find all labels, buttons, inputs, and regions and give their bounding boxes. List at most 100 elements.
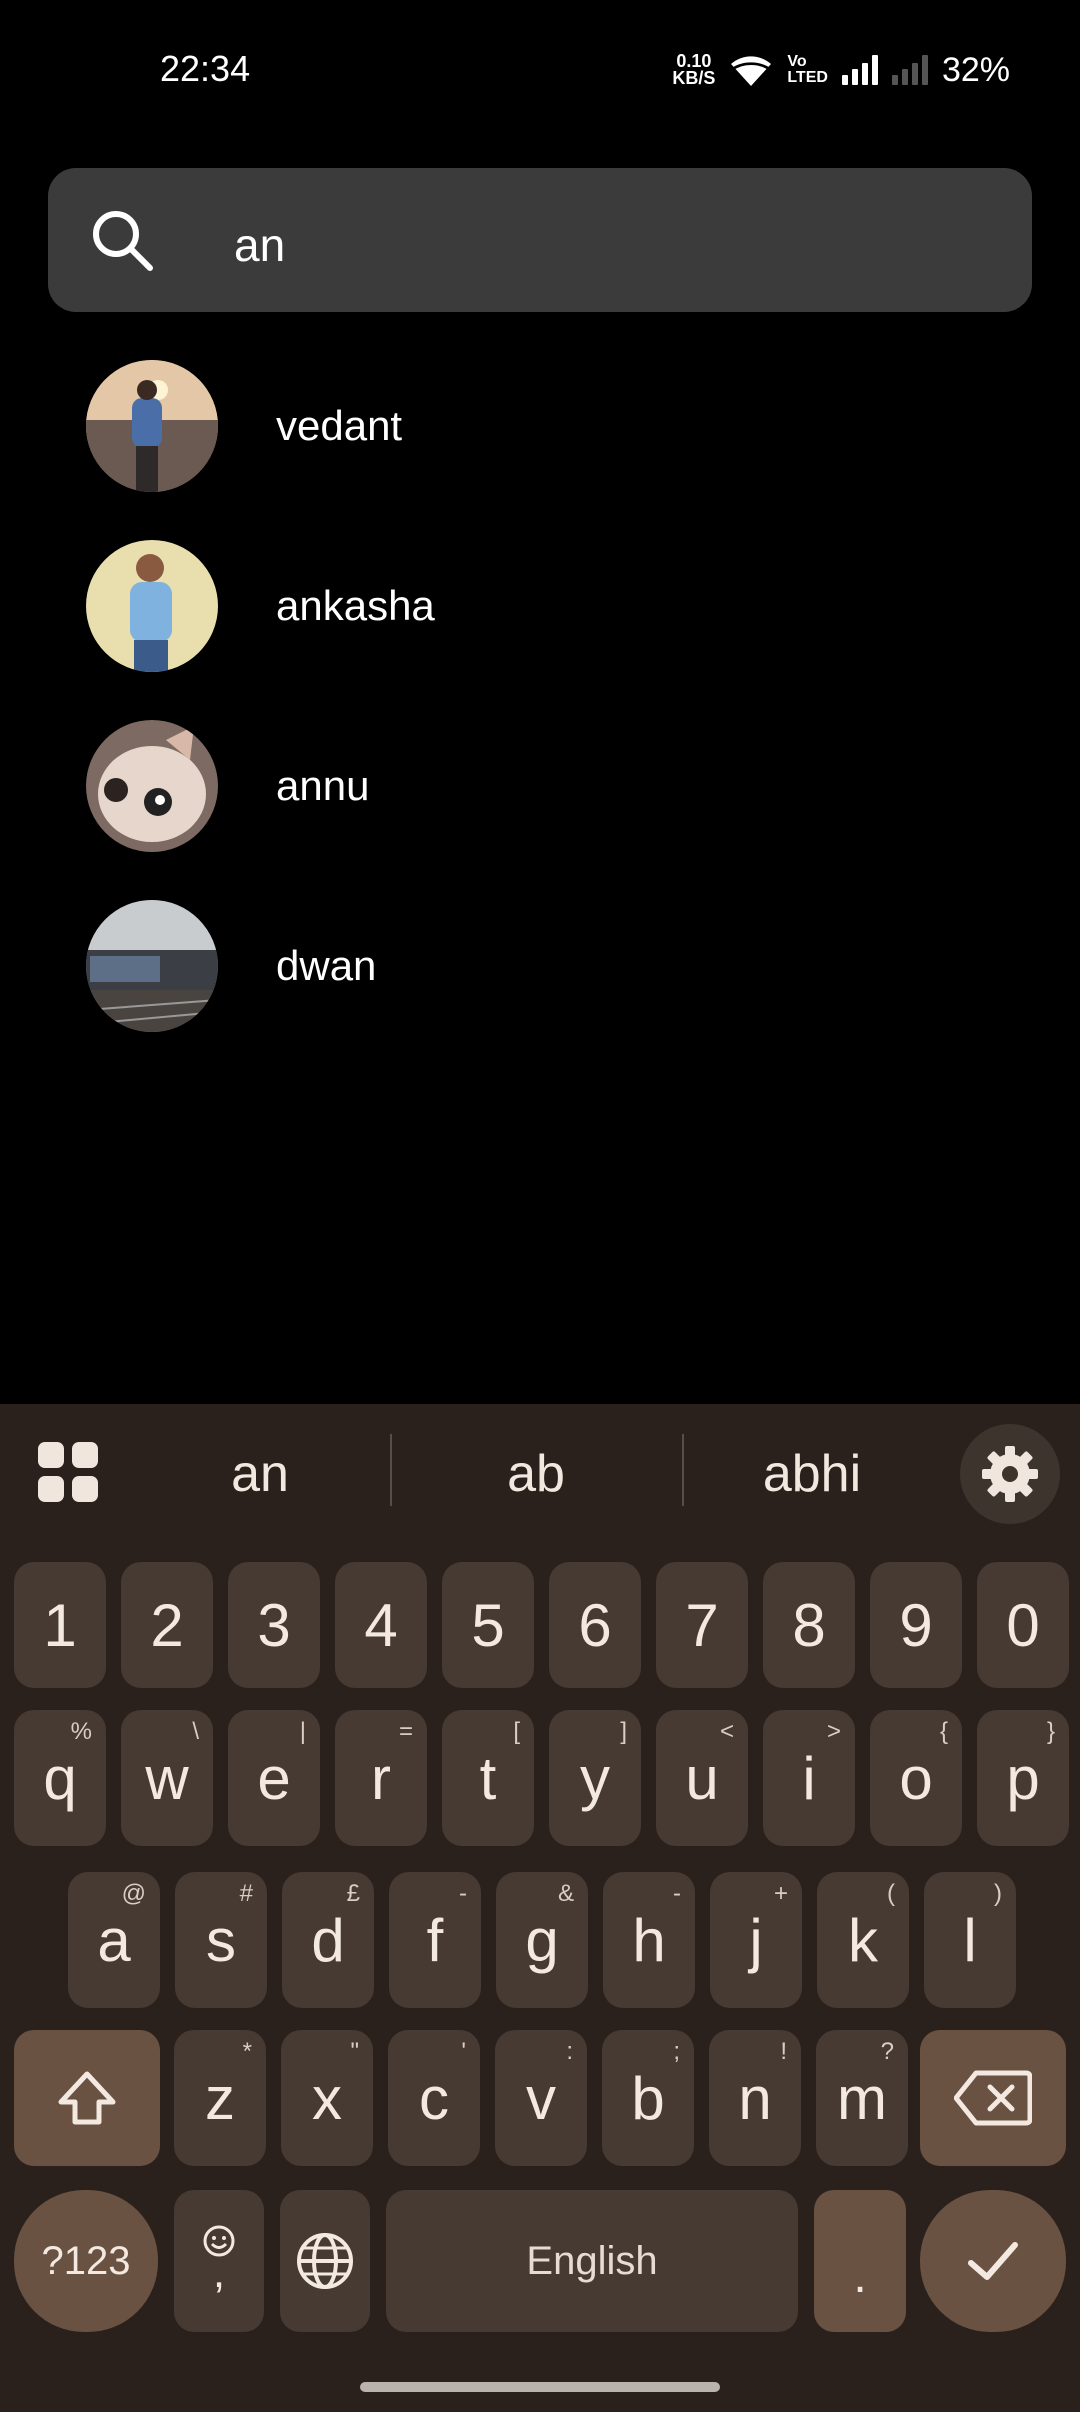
- key-v[interactable]: :v: [495, 2030, 587, 2166]
- suggestion-3[interactable]: abhi: [682, 1444, 942, 1504]
- key-label: f: [426, 1906, 444, 1974]
- key-2[interactable]: 2: [121, 1562, 213, 1688]
- key-c[interactable]: ' c: [388, 2030, 480, 2166]
- keyboard-settings-button[interactable]: [960, 1424, 1060, 1524]
- contact-name: annu: [276, 762, 370, 809]
- key-0[interactable]: 0: [977, 1562, 1069, 1688]
- key-label: 9: [899, 1591, 933, 1659]
- key-h[interactable]: -h: [603, 1872, 695, 2008]
- key-a[interactable]: @ a: [68, 1872, 160, 2008]
- key-label: y: [580, 1744, 610, 1812]
- key-e[interactable]: | e: [228, 1710, 320, 1846]
- contact-name: ankasha: [276, 582, 435, 629]
- shift-key[interactable]: [14, 2030, 160, 2166]
- key-5[interactable]: 5: [442, 1562, 534, 1688]
- key-hint: ': [461, 2038, 466, 2065]
- home-indicator[interactable]: [360, 2382, 720, 2392]
- period-key[interactable]: .: [814, 2190, 906, 2332]
- key-label: c: [419, 2064, 449, 2132]
- key-1[interactable]: 1: [14, 1562, 106, 1688]
- key-label: l: [963, 1906, 977, 1974]
- backspace-key[interactable]: [920, 2030, 1066, 2166]
- key-label: 3: [257, 1591, 291, 1659]
- key-label: m: [837, 2064, 887, 2132]
- key-r[interactable]: = r: [335, 1710, 427, 1846]
- key-hint: @: [121, 1880, 146, 1907]
- key-label: 8: [792, 1591, 826, 1659]
- key-hint: -: [459, 1880, 467, 1907]
- search-input[interactable]: an: [48, 168, 1032, 312]
- key-p[interactable]: } p: [977, 1710, 1069, 1846]
- key-o[interactable]: {o: [870, 1710, 962, 1846]
- key-hint: ): [994, 1880, 1002, 1907]
- keyboard: an ab abhi ?123 , English . 1 2 3 4 5 6 …: [0, 1404, 1080, 2412]
- done-key[interactable]: [920, 2190, 1066, 2332]
- apps-grid-icon[interactable]: [38, 1442, 100, 1504]
- key-x[interactable]: " x: [281, 2030, 373, 2166]
- key-label: g: [525, 1906, 559, 1974]
- key-7[interactable]: 7: [656, 1562, 748, 1688]
- language-key[interactable]: [280, 2190, 370, 2332]
- key-hint: :: [566, 2038, 573, 2065]
- contact-result[interactable]: vedant: [0, 346, 1080, 506]
- key-hint: >: [826, 1718, 841, 1745]
- key-hint: *: [242, 2038, 252, 2065]
- key-q[interactable]: % q: [14, 1710, 106, 1846]
- contact-result[interactable]: ankasha: [0, 526, 1080, 686]
- key-j[interactable]: + j: [710, 1872, 802, 2008]
- key-g[interactable]: & g: [496, 1872, 588, 2008]
- key-label: 5: [471, 1591, 505, 1659]
- key-l[interactable]: ) l: [924, 1872, 1016, 2008]
- key-label: 0: [1006, 1591, 1040, 1659]
- key-label: z: [205, 2064, 235, 2132]
- key-t[interactable]: [t: [442, 1710, 534, 1846]
- symbols-key-label: ?123: [41, 2238, 131, 2283]
- key-label: q: [43, 1744, 77, 1812]
- key-n[interactable]: ! n: [709, 2030, 801, 2166]
- key-m[interactable]: ? m: [816, 2030, 908, 2166]
- key-9[interactable]: 9: [870, 1562, 962, 1688]
- key-u[interactable]: < u: [656, 1710, 748, 1846]
- key-label: 4: [364, 1591, 398, 1659]
- key-hint: [: [513, 1718, 520, 1745]
- key-hint: !: [780, 2038, 787, 2065]
- key-k[interactable]: (k: [817, 1872, 909, 2008]
- key-hint: <: [719, 1718, 734, 1745]
- key-label: b: [631, 2064, 665, 2132]
- key-label: 2: [150, 1591, 184, 1659]
- key-8[interactable]: 8: [763, 1562, 855, 1688]
- key-label: p: [1006, 1744, 1040, 1812]
- key-label: k: [848, 1906, 878, 1974]
- key-b[interactable]: ; b: [602, 2030, 694, 2166]
- key-label: u: [685, 1744, 719, 1812]
- emoji-comma-key[interactable]: ,: [174, 2190, 264, 2332]
- contact-name: vedant: [276, 402, 403, 449]
- key-z[interactable]: * z: [174, 2030, 266, 2166]
- key-hint: =: [398, 1718, 413, 1745]
- key-3[interactable]: 3: [228, 1562, 320, 1688]
- suggestion-2[interactable]: ab: [406, 1444, 666, 1504]
- space-key[interactable]: English: [386, 2190, 798, 2332]
- avatar: [86, 540, 218, 672]
- contact-result[interactable]: dwan: [0, 886, 1080, 1046]
- key-hint: &: [557, 1880, 574, 1907]
- contact-name: dwan: [276, 942, 377, 989]
- key-4[interactable]: 4: [335, 1562, 427, 1688]
- key-label: t: [479, 1744, 497, 1812]
- space-key-label: English: [526, 2238, 658, 2283]
- key-label: x: [312, 2064, 342, 2132]
- contact-result[interactable]: annu: [0, 706, 1080, 866]
- key-s[interactable]: # s: [175, 1872, 267, 2008]
- symbols-key[interactable]: ?123: [14, 2190, 158, 2332]
- key-y[interactable]: ] y: [549, 1710, 641, 1846]
- key-hint: ?: [880, 2038, 894, 2065]
- key-label: 1: [43, 1591, 77, 1659]
- suggestion-1[interactable]: an: [130, 1444, 390, 1504]
- key-6[interactable]: 6: [549, 1562, 641, 1688]
- comma-label: ,: [212, 2248, 226, 2297]
- key-d[interactable]: £ d: [282, 1872, 374, 2008]
- key-w[interactable]: \ w: [121, 1710, 213, 1846]
- key-f[interactable]: -f: [389, 1872, 481, 2008]
- key-i[interactable]: > i: [763, 1710, 855, 1846]
- key-label: j: [749, 1906, 763, 1974]
